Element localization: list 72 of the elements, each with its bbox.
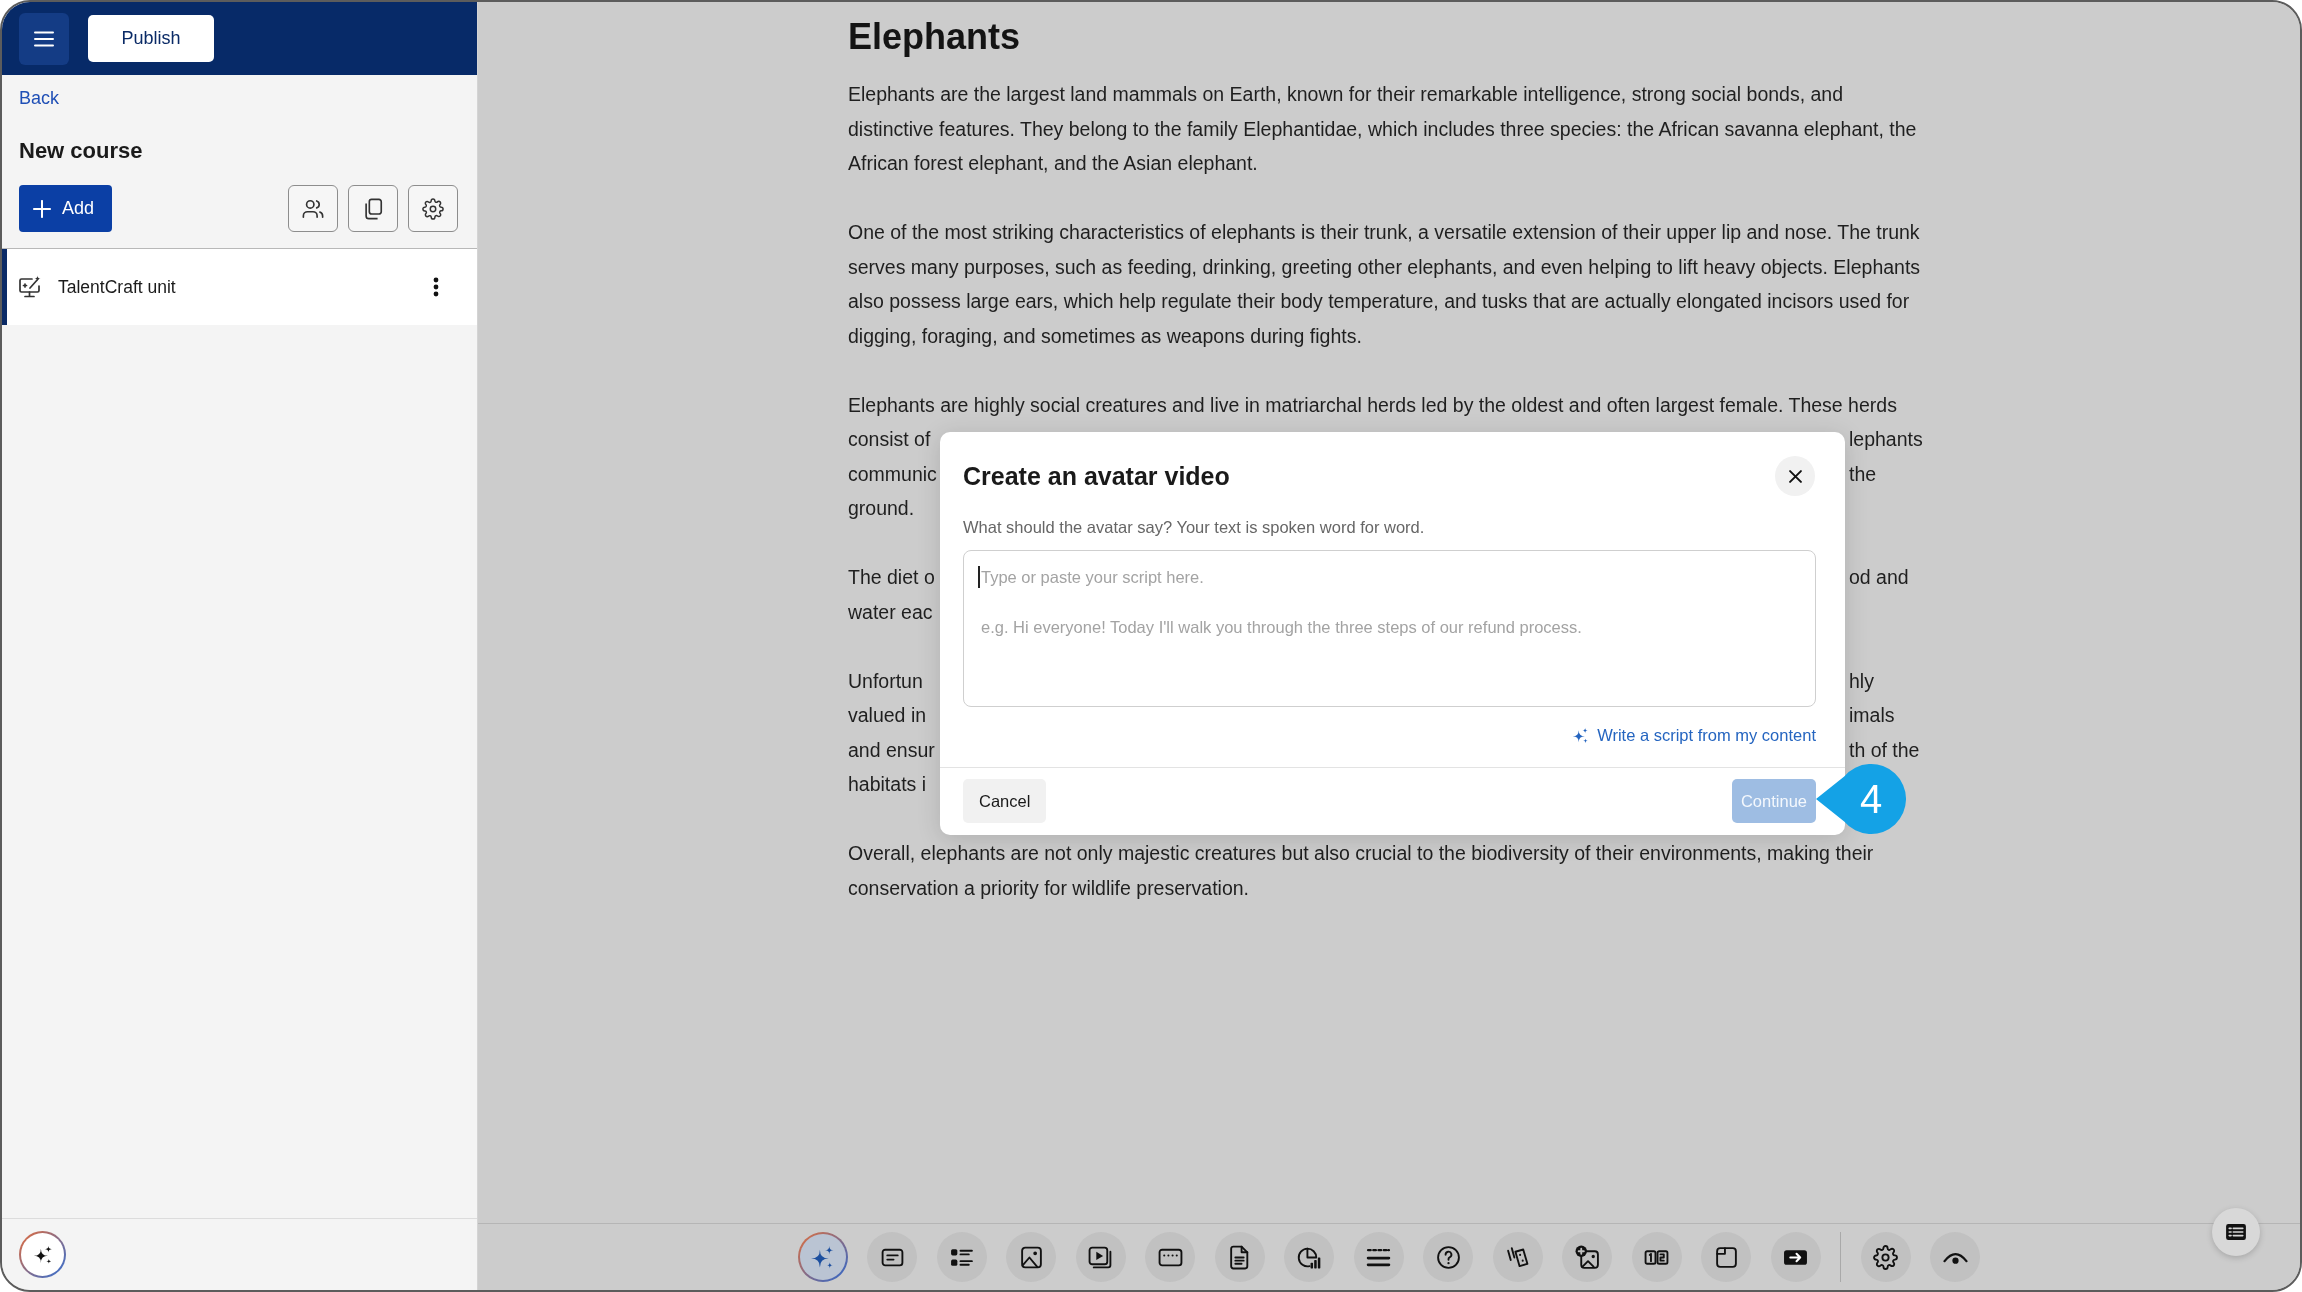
add-button[interactable]: Add — [19, 185, 113, 232]
write-script-link[interactable]: Write a script from my content — [1572, 723, 1816, 747]
course-title: New course — [19, 137, 144, 165]
copy-icon — [362, 197, 384, 220]
paragraph-text: communic — [848, 461, 937, 487]
paragraph-text: valued in — [848, 703, 927, 729]
unit-item[interactable]: TalentCraft unit — [2, 249, 477, 325]
toolbar-button[interactable] — [1214, 1232, 1265, 1282]
article-paragraph: Overall, elephants are not only majestic creatures but also crucial to the biodiversity of their environments, making their conservation a priority for wildlife preservation. — [848, 841, 1875, 901]
close-button[interactable] — [1775, 456, 1815, 496]
paragraph-text: th of the — [1849, 737, 1920, 763]
toolbar-button[interactable] — [1701, 1232, 1752, 1282]
back-link[interactable]: Back — [19, 85, 60, 111]
sparkle-button[interactable] — [19, 1231, 66, 1278]
paragraph-text: imals — [1849, 703, 1895, 729]
copy-button[interactable] — [348, 185, 398, 232]
toolbar-button[interactable] — [1284, 1232, 1335, 1282]
toolbar-button[interactable] — [1075, 1232, 1126, 1282]
toolbar-button[interactable] — [1860, 1232, 1911, 1282]
paragraph-text: od and — [1849, 565, 1909, 591]
paragraph-text: water eac — [848, 599, 933, 625]
paragraph-text: Elephants are highly social creatures and live in matriarchal herds led by the oldest and often largest female. These herds — [848, 392, 1897, 418]
sparkles-icon — [1572, 726, 1590, 744]
window-icon — [1713, 1244, 1739, 1270]
settings-icon — [1873, 1244, 1899, 1270]
script-field[interactable]: Type or paste your script here. e.g. Hi everyone! Today I'll walk you through the three steps of our refund process. — [963, 550, 1816, 707]
image-add-icon — [1574, 1244, 1600, 1270]
help-icon — [1435, 1244, 1461, 1270]
publish-button[interactable]: Publish — [88, 15, 214, 62]
article-title: Elephants — [848, 15, 1022, 59]
dialog-title: Create an avatar video — [963, 461, 1230, 492]
cancel-button[interactable]: Cancel — [963, 779, 1047, 823]
article-paragraph: One of the most striking characteristics of elephants is their trunk, a versatile extension of their upper lip and nose. The trunk serves many purposes, such as feeding, drinking, greeting other elephants, and even helping to lift heavy objects. Elephants also possess large ears, which help regulate their body temperature, and tusks that are actually elongated incisors used for digging, foraging, and sometimes as weapons during fights. — [848, 220, 1922, 349]
settings-button[interactable] — [408, 185, 458, 232]
toolbar-button[interactable] — [936, 1232, 987, 1282]
toolbar-button[interactable] — [867, 1232, 918, 1282]
toolbar-button[interactable] — [1631, 1232, 1682, 1282]
video-icon — [1088, 1244, 1114, 1270]
menu-icon — [34, 30, 54, 47]
plus-icon — [33, 199, 51, 218]
toolbar-button[interactable] — [1423, 1232, 1474, 1282]
settings-icon — [422, 197, 444, 220]
toolbar-button[interactable] — [1492, 1232, 1543, 1282]
close-icon — [1788, 469, 1802, 483]
people-icon — [302, 197, 324, 220]
list-view-button[interactable] — [2212, 1208, 2260, 1256]
paragraph-text: hly — [1849, 668, 1874, 694]
paragraph-text: The diet o — [848, 565, 935, 591]
paragraph-text: ground. — [848, 496, 915, 522]
paragraph-text: Unfortun — [848, 668, 923, 694]
more-button[interactable] — [433, 277, 439, 297]
paragraph-text: consist of — [848, 427, 931, 453]
users-button[interactable] — [288, 185, 338, 232]
monitor-icon — [18, 275, 42, 299]
list-icon — [2225, 1223, 2247, 1241]
image-icon — [1018, 1244, 1044, 1270]
more-icon — [433, 277, 439, 297]
step-callout: 4 — [1816, 764, 1906, 834]
toolbar-button[interactable] — [1353, 1232, 1404, 1282]
toolbar-button[interactable] — [1930, 1232, 1981, 1282]
menu-button[interactable] — [19, 12, 69, 65]
cards-icon — [1505, 1244, 1531, 1270]
paragraph-text: the — [1849, 461, 1877, 487]
toolbar-button[interactable] — [1770, 1232, 1821, 1282]
toolbar-button[interactable] — [1006, 1232, 1057, 1282]
paragraph-text: habitats i — [848, 772, 927, 798]
dialog-prompt: What should the avatar say? Your text is spoken word for word. — [963, 517, 1426, 538]
paragraph-text: lephants — [1849, 427, 1923, 453]
toolbar-button[interactable] — [1562, 1232, 1613, 1282]
toolbar-button[interactable] — [1145, 1232, 1196, 1282]
article-paragraph: Elephants are the largest land mammals on Earth, known for their remarkable intelligence, strong social bonds, and distinctive features. They belong to the family Elephantidae, which includes three species: the African savanna elephant, the African forest elephant, and the Asian elephant. — [848, 82, 1918, 176]
paragraph-text: and ensur — [848, 737, 935, 763]
